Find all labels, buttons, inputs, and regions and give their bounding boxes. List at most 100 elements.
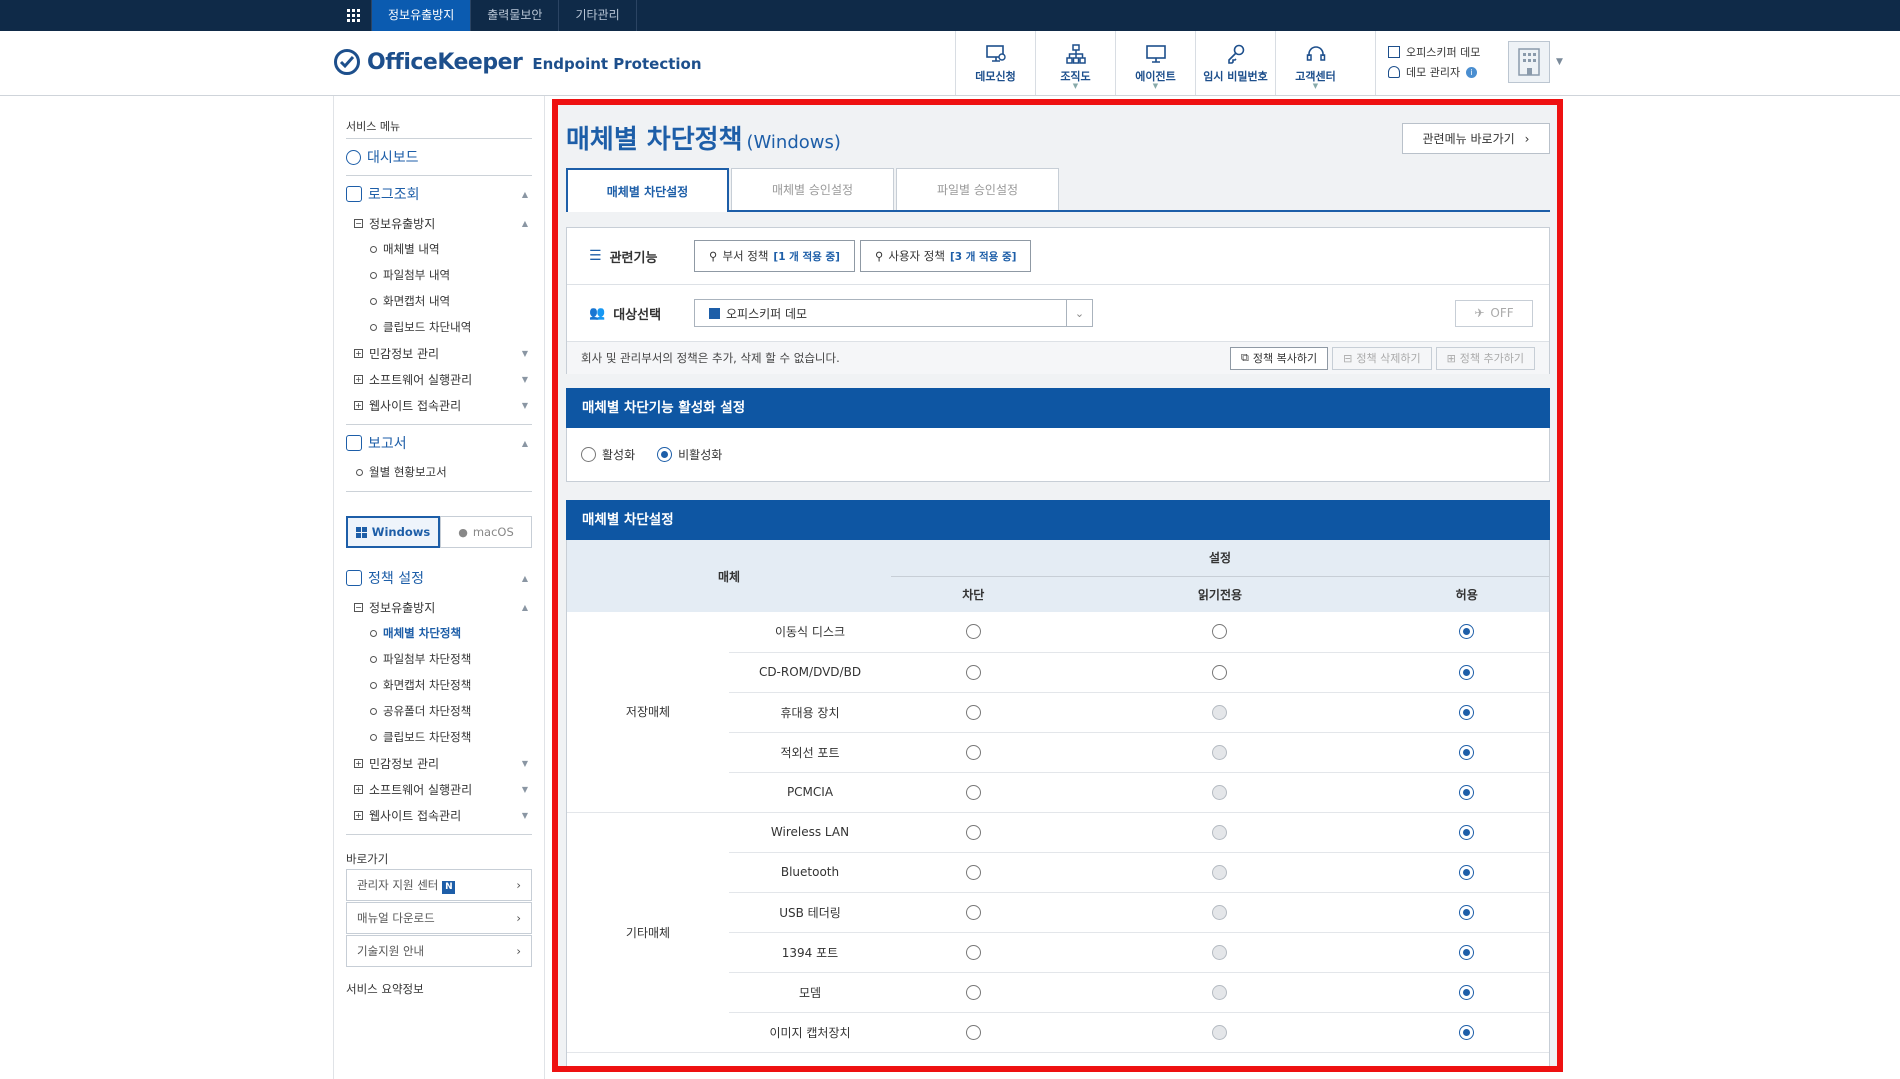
activation-disable-option[interactable]: 비활성화 [657, 446, 722, 463]
sidebar-item-log[interactable]: 로그조회 ▲ [346, 178, 532, 210]
quick-link-tech-support[interactable]: 기술지원 안내 › [346, 935, 532, 967]
org-chart-button[interactable]: 조직도 ▼ [1035, 31, 1115, 95]
sidebar-item-website[interactable]: + 웹사이트 접속관리 ▼ [346, 392, 532, 418]
tab-media-approve[interactable]: 매체별 승인설정 [731, 168, 894, 210]
radio-readonly [1212, 904, 1228, 920]
setting-cell [1055, 972, 1385, 1013]
sidebar-item-media-log[interactable]: 매체별 내역 [346, 236, 532, 262]
radio-block[interactable] [965, 984, 981, 1000]
sidebar-item-report[interactable]: 보고서 ▲ [346, 427, 532, 459]
sidebar-item-shared-folder-policy[interactable]: 공유폴더 차단정책 [346, 698, 532, 724]
policy-actions: ⧉ 정책 복사하기 ⊟ 정책 삭제하기 ⊞ 정책 추가하기 [1230, 346, 1535, 370]
topnav-print-security[interactable]: 출력물보안 [471, 0, 560, 31]
radio-allow[interactable] [1459, 984, 1475, 1000]
radio-disable[interactable] [657, 446, 673, 462]
radio-block[interactable] [965, 784, 981, 800]
radio-allow[interactable] [1459, 944, 1475, 960]
pin-off-toggle[interactable]: ✈ OFF [1455, 299, 1533, 327]
radio-block[interactable] [965, 624, 981, 640]
table-row: 저장매체 이동식 디스크 [567, 612, 1549, 813]
radio-readonly[interactable] [1212, 664, 1228, 680]
delete-policy-button[interactable]: ⊟ 정책 삭제하기 [1332, 346, 1432, 370]
sidebar-item-label: 정보유출방지 [369, 600, 436, 615]
radio-block[interactable] [965, 864, 981, 880]
radio-allow[interactable] [1459, 744, 1475, 760]
sidebar-group-log-info-leak[interactable]: − 정보유출방지 ▲ [346, 210, 532, 236]
topnav-etc[interactable]: 기타관리 [559, 0, 637, 31]
radio-allow[interactable] [1459, 664, 1475, 680]
quick-link-admin-support[interactable]: 관리자 지원 센터 N › [346, 869, 532, 901]
setting-cell [1055, 852, 1385, 893]
radio-enable[interactable] [581, 446, 596, 462]
demo-request-button[interactable]: 데모신청 [955, 31, 1035, 95]
sidebar-item-label: 클립보드 차단정책 [383, 730, 472, 744]
sidebar-item-clipboard-log[interactable]: 클립보드 차단내역 [346, 314, 532, 340]
sidebar-item-media-policy[interactable]: 매체별 차단정책 [346, 620, 532, 646]
radio-block[interactable] [965, 664, 981, 680]
info-icon[interactable]: i [1466, 66, 1478, 78]
sidebar-item-sensitive-info[interactable]: + 민감정보 관리 ▼ [346, 340, 532, 366]
target-select[interactable]: 오피스키퍼 데모 ⌄ [694, 299, 1093, 327]
quick-link-label: 관리자 지원 센터 [357, 877, 439, 892]
sidebar-item-file-attach-policy[interactable]: 파일첨부 차단정책 [346, 646, 532, 672]
copy-policy-button[interactable]: ⧉ 정책 복사하기 [1230, 346, 1329, 370]
topnav-info-leak[interactable]: 정보유출방지 [372, 0, 472, 31]
sidebar-item-website-policy[interactable]: + 웹사이트 접속관리 ▼ [346, 802, 532, 828]
radio-block[interactable] [965, 824, 981, 840]
header-buttons: 데모신청 조직도 ▼ 에이전트 ▼ 임시 비밀번호 고객센터 ▼ [955, 31, 1355, 95]
radio-allow[interactable] [1459, 624, 1475, 640]
radio-allow[interactable] [1459, 784, 1475, 800]
sidebar-item-dashboard[interactable]: 대시보드 [346, 141, 532, 173]
user-policy-button[interactable]: ⚲ 사용자 정책 [3 개 적용 중] [859, 240, 1032, 272]
radio-block[interactable] [965, 944, 981, 960]
radio-allow[interactable] [1459, 824, 1475, 840]
chevron-right-icon: › [1524, 131, 1530, 146]
option-label: 비활성화 [678, 447, 723, 462]
dept-policy-button[interactable]: ⚲ 부서 정책 [1 개 적용 중] [694, 240, 855, 272]
os-tab-macos[interactable]: ● macOS [440, 516, 532, 548]
temp-password-button[interactable]: 임시 비밀번호 [1195, 31, 1275, 95]
radio-readonly[interactable] [1212, 624, 1228, 640]
customer-center-button[interactable]: 고객센터 ▼ [1275, 31, 1355, 95]
radio-allow[interactable] [1459, 704, 1475, 720]
radio-allow[interactable] [1459, 1024, 1475, 1040]
chevron-down-icon: ▼ [521, 758, 528, 768]
os-tab-windows[interactable]: Windows [346, 516, 440, 548]
activation-enable-option[interactable]: 활성화 [581, 446, 635, 463]
policy-target-panel: ☰ 관련기능 ⚲ 부서 정책 [1 개 적용 중] ⚲ 사용자 정책 [3 개 적용 중]… [566, 227, 1550, 374]
radio-block[interactable] [965, 704, 981, 720]
tab-media-block[interactable]: 매체별 차단설정 [566, 168, 729, 212]
sidebar-item-clipboard-policy[interactable]: 클립보드 차단정책 [346, 724, 532, 750]
radio-readonly [1212, 784, 1228, 800]
sidebar-item-capture-log[interactable]: 화면캡처 내역 [346, 288, 532, 314]
sidebar-item-label: 웹사이트 접속관리 [369, 808, 462, 823]
avatar[interactable] [1508, 41, 1550, 83]
setting-cell [1055, 692, 1385, 733]
setting-cell [1384, 892, 1549, 933]
sidebar-item-software-policy[interactable]: + 소프트웨어 실행관리 ▼ [346, 776, 532, 802]
radio-allow[interactable] [1459, 904, 1475, 920]
radio-block[interactable] [965, 904, 981, 920]
sidebar-item-sensitive-info-policy[interactable]: + 민감정보 관리 ▼ [346, 750, 532, 776]
radio-block[interactable] [965, 744, 981, 760]
sidebar-item-monthly-report[interactable]: 월별 현황보고서 [346, 459, 532, 485]
sidebar-group-policy-info-leak[interactable]: − 정보유출방지 ▲ [346, 594, 532, 620]
agent-button[interactable]: 에이전트 ▼ [1115, 31, 1195, 95]
setting-cell [1055, 892, 1385, 933]
sidebar-item-policy[interactable]: 정책 설정 ▲ [346, 562, 532, 594]
radio-block[interactable] [965, 1024, 981, 1040]
logo[interactable]: OfficeKeeper Endpoint Protection [333, 48, 702, 76]
app-grid-button[interactable] [335, 0, 372, 31]
media-name: 휴대용 장치 [729, 692, 891, 733]
sidebar-item-capture-policy[interactable]: 화면캡처 차단정책 [346, 672, 532, 698]
sidebar-item-software[interactable]: + 소프트웨어 실행관리 ▼ [346, 366, 532, 392]
radio-allow[interactable] [1459, 864, 1475, 880]
related-menu-button[interactable]: 관련메뉴 바로가기 › [1402, 123, 1550, 154]
collapse-icon: − [354, 218, 363, 228]
delete-icon: ⊟ [1343, 351, 1353, 365]
add-policy-button[interactable]: ⊞ 정책 추가하기 [1435, 346, 1535, 370]
quick-link-manual-download[interactable]: 매뉴얼 다운로드 › [346, 902, 532, 934]
sidebar-item-file-attach-log[interactable]: 파일첨부 내역 [346, 262, 532, 288]
avatar-dropdown-icon[interactable]: ▼ [1556, 57, 1563, 67]
tab-file-approve[interactable]: 파일별 승인설정 [896, 168, 1059, 210]
